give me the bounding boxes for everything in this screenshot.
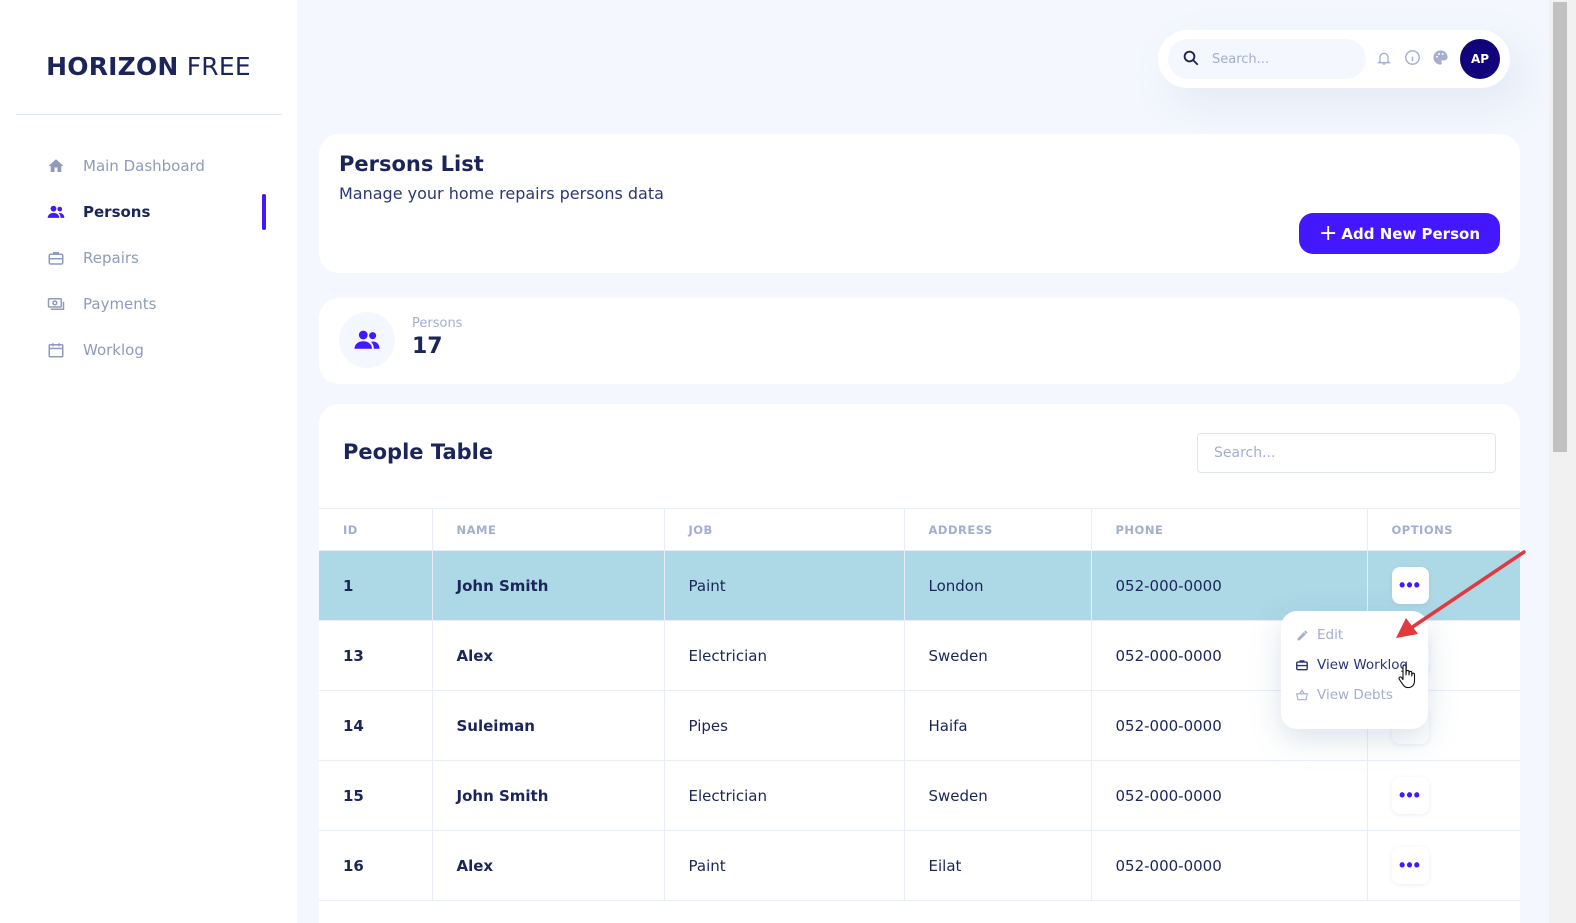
sidebar-item-label: Worklog <box>83 341 144 359</box>
menu-item-label: View Worklog <box>1317 657 1409 673</box>
top-navbar: AP <box>1158 30 1510 88</box>
cell-address: Sweden <box>904 620 1092 691</box>
cell-name: John Smith <box>432 550 665 621</box>
persons-count-card: Persons 17 <box>319 298 1520 384</box>
cell-options: ••• <box>1367 830 1520 901</box>
cell-options: ••• <box>1367 760 1520 831</box>
table-title: People Table <box>343 440 494 464</box>
menu-item-label: Edit <box>1317 627 1344 643</box>
cell-job: Pipes <box>664 690 905 761</box>
page-title: Persons List <box>339 152 484 176</box>
cell-phone: 052-000-0000 <box>1091 830 1368 901</box>
brand-light: FREE <box>186 52 251 81</box>
cell-job: Paint <box>664 830 905 901</box>
cell-name: Alex <box>432 830 665 901</box>
cell-name: Suleiman <box>432 690 665 761</box>
basket-icon <box>1295 688 1309 702</box>
persons-header-card: Persons List Manage your home repairs pe… <box>319 134 1520 273</box>
menu-item-label: View Debts <box>1317 687 1393 703</box>
column-header-phone[interactable]: PHONE <box>1091 508 1368 551</box>
row-options-button[interactable]: ••• <box>1391 847 1429 884</box>
table-search-input[interactable] <box>1197 433 1496 473</box>
menu-item-edit[interactable]: Edit <box>1295 624 1343 646</box>
sidebar-item-label: Persons <box>83 203 151 221</box>
menu-item-view-worklog[interactable]: View Worklog <box>1295 654 1408 676</box>
table-header-row: ID NAME JOB ADDRESS PHONE OPTIONS <box>319 508 1520 551</box>
pencil-icon <box>1295 628 1309 642</box>
column-header-name[interactable]: NAME <box>432 508 665 551</box>
sidebar-divider <box>16 114 282 115</box>
column-header-id[interactable]: ID <box>319 508 433 551</box>
plus-icon: + <box>1318 220 1338 246</box>
users-icon <box>339 312 395 368</box>
sidebar-item-label: Main Dashboard <box>83 157 205 175</box>
hand-pointer-icon <box>1398 664 1416 689</box>
cell-id: 15 <box>319 760 433 831</box>
cell-name: John Smith <box>432 760 665 831</box>
sidebar-nav: Main Dashboard Persons Repairs Payments <box>0 143 297 373</box>
sidebar-item-main-dashboard[interactable]: Main Dashboard <box>0 143 297 189</box>
menu-item-view-debts[interactable]: View Debts <box>1295 684 1393 706</box>
cell-id: 13 <box>319 620 433 691</box>
cell-id: 1 <box>319 550 433 621</box>
cell-address: London <box>904 550 1092 621</box>
cell-phone: 052-000-0000 <box>1091 760 1368 831</box>
palette-icon[interactable] <box>1432 49 1450 67</box>
bell-icon[interactable] <box>1376 49 1394 67</box>
calendar-icon <box>46 340 66 360</box>
top-search-input[interactable] <box>1212 51 1352 67</box>
stat-value: 17 <box>412 334 443 359</box>
users-icon <box>46 202 66 222</box>
cell-phone: 052-000-0000 <box>1091 550 1368 621</box>
cell-address: Sweden <box>904 760 1092 831</box>
info-icon[interactable] <box>1404 49 1422 67</box>
cell-name: Alex <box>432 620 665 691</box>
table-row[interactable]: 15 John Smith Electrician Sweden 052-000… <box>319 760 1520 831</box>
table-row[interactable]: 1 John Smith Paint London 052-000-0000 •… <box>319 550 1520 621</box>
sidebar-item-persons[interactable]: Persons <box>0 189 297 235</box>
sidebar-item-worklog[interactable]: Worklog <box>0 327 297 373</box>
brand-bold: HORIZON <box>46 52 179 81</box>
table-row[interactable]: 16 Alex Paint Eilat 052-000-0000 ••• <box>319 830 1520 901</box>
stat-label: Persons <box>412 316 463 331</box>
page-scrollbar[interactable] <box>1549 0 1576 923</box>
brand-logo[interactable]: HORIZON FREE <box>0 52 297 81</box>
briefcase-icon <box>1295 658 1309 672</box>
scrollbar-thumb[interactable] <box>1553 2 1567 452</box>
add-new-person-button[interactable]: + Add New Person <box>1298 213 1500 254</box>
avatar[interactable]: AP <box>1460 39 1500 79</box>
sidebar-item-payments[interactable]: Payments <box>0 281 297 327</box>
search-icon <box>1182 49 1202 69</box>
cell-id: 16 <box>319 830 433 901</box>
cell-job: Electrician <box>664 760 905 831</box>
annotation-arrow <box>1396 550 1526 638</box>
home-icon <box>46 156 66 176</box>
row-options-button[interactable]: ••• <box>1391 777 1429 814</box>
page-subtitle: Manage your home repairs persons data <box>339 184 664 203</box>
cell-address: Eilat <box>904 830 1092 901</box>
cell-job: Paint <box>664 550 905 621</box>
column-header-job[interactable]: JOB <box>664 508 905 551</box>
cell-id: 14 <box>319 690 433 761</box>
sidebar: HORIZON FREE Main Dashboard Persons Repa… <box>0 0 297 923</box>
money-icon <box>46 294 66 314</box>
cell-job: Electrician <box>664 620 905 691</box>
top-search-box[interactable] <box>1168 39 1366 79</box>
sidebar-item-repairs[interactable]: Repairs <box>0 235 297 281</box>
sidebar-item-label: Repairs <box>83 249 139 267</box>
active-indicator <box>262 194 266 230</box>
add-new-person-label: Add New Person <box>1341 224 1480 243</box>
column-header-options: OPTIONS <box>1367 508 1520 551</box>
column-header-address[interactable]: ADDRESS <box>904 508 1092 551</box>
cell-address: Haifa <box>904 690 1092 761</box>
briefcase-icon <box>46 248 66 268</box>
sidebar-item-label: Payments <box>83 295 157 313</box>
